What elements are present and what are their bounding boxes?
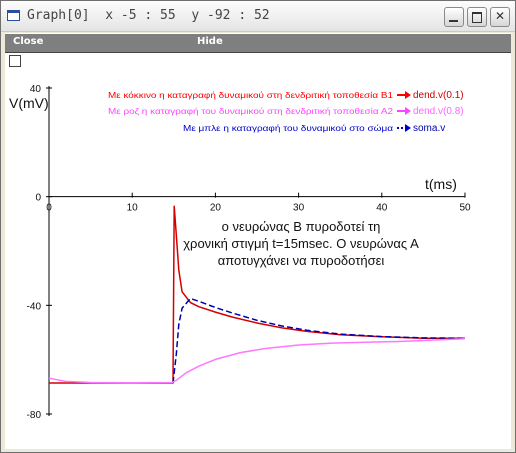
y-axis-label: V(mV)	[9, 95, 49, 111]
annotation-line: χρονική στιγμή t=15msec. Ο νευρώνας Α	[183, 236, 419, 251]
window-title: Graph[0] x -5 : 55 y -92 : 52	[27, 8, 270, 23]
window-icon	[7, 10, 20, 21]
legend-arrow	[405, 91, 411, 99]
x-tick-label: 50	[459, 203, 471, 214]
legend-text: Με ροζ η καταγραφή του δυναμικού στη δεν…	[108, 107, 394, 116]
graph-canvas[interactable]: 0 10 20 30 40 50 40 0 -40 -80 Με κόκκινο η καταγρ…	[5, 53, 511, 449]
menu-bar: Close Hide	[5, 33, 511, 53]
x-tick-label: 30	[293, 203, 305, 214]
legend-series-name: soma.v	[413, 123, 445, 134]
y-tick-label: -80	[27, 410, 42, 421]
hide-menu-button[interactable]: Hide	[197, 36, 223, 47]
series-line-dend-v-0-8-	[48, 337, 466, 384]
x-tick-label: 10	[127, 203, 139, 214]
legend-series-name: dend.v(0.1)	[413, 90, 464, 101]
legend-series-name: dend.v(0.8)	[413, 106, 464, 117]
legend-text: Με μπλε η καταγραφή του δυναμικού στο σώ…	[183, 124, 393, 133]
annotation-line: ο νευρώνας Β πυροδοτεί τη	[222, 219, 381, 234]
close-window-button[interactable]	[490, 7, 510, 27]
minimize-button[interactable]	[444, 7, 464, 27]
legend-arrow	[405, 124, 411, 132]
maximize-button[interactable]	[467, 7, 487, 27]
legend-text: Με κόκκινο η καταγραφή δυναμικού στη δεν…	[108, 91, 394, 100]
title-bar[interactable]: Graph[0] x -5 : 55 y -92 : 52	[1, 1, 515, 32]
x-tick-label: 0	[46, 203, 52, 214]
annotation-text: ο νευρώνας Β πυροδοτεί τη χρονική στιγμή …	[183, 219, 419, 268]
annotation-line: αποτυγχάνει να πυροδοτήσει	[218, 253, 385, 268]
x-tick-label: 20	[210, 203, 222, 214]
voltage-plot: 0 10 20 30 40 50 40 0 -40 -80 Με κόκκινο η καταγρ…	[9, 84, 471, 421]
close-menu-button[interactable]: Close	[13, 36, 43, 47]
x-tick-label: 40	[376, 203, 388, 214]
y-tick-label: 0	[35, 193, 41, 204]
x-axis-label: t(ms)	[425, 176, 457, 192]
y-tick-label: -40	[27, 301, 42, 312]
graph-window: Graph[0] x -5 : 55 y -92 : 52 Close Hide…	[0, 0, 516, 453]
y-tick-label: 40	[30, 84, 42, 95]
legend-arrow	[405, 107, 411, 115]
